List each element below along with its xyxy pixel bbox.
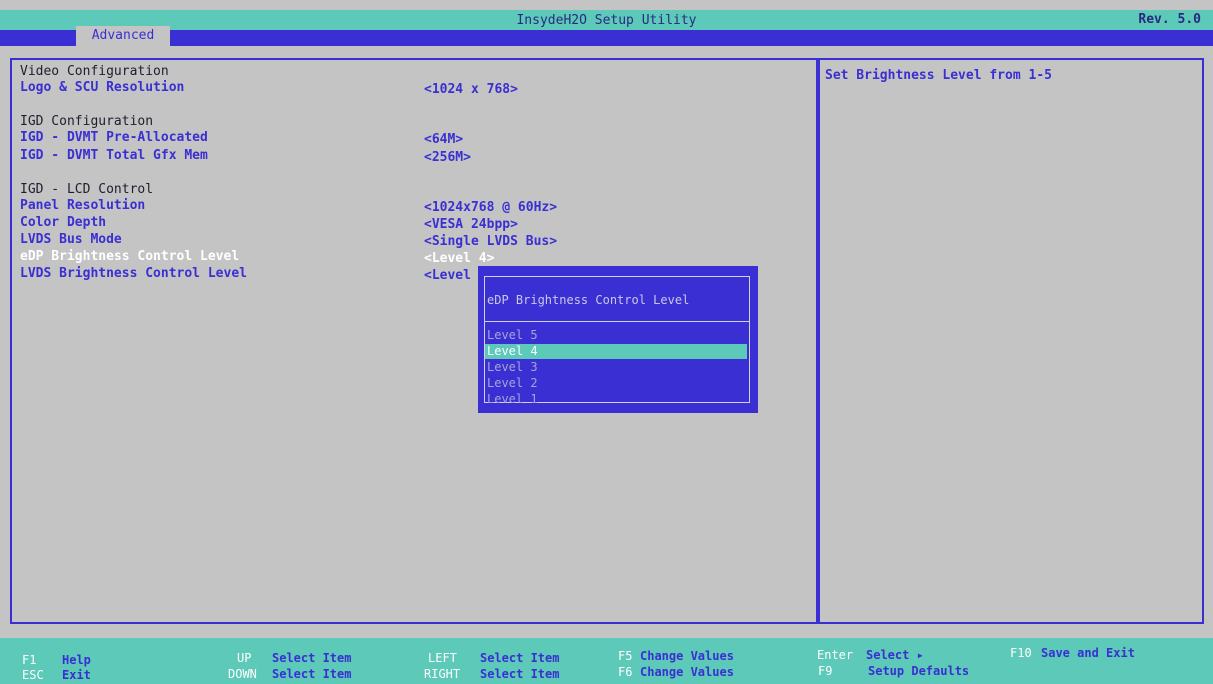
lvds-brightness-value[interactable]: <Level	[424, 268, 471, 283]
dvmt-preallocated-value[interactable]: <64M>	[424, 132, 463, 147]
popup-divider	[485, 321, 749, 322]
tab-advanced[interactable]: Advanced	[76, 26, 170, 46]
section-igd-header: IGD Configuration	[20, 114, 154, 129]
key-up-desc: Select Item	[272, 651, 352, 665]
key-f1: F1	[22, 653, 37, 667]
title-bar: InsydeH2O Setup Utility Rev. 5.0	[0, 10, 1213, 30]
option-level-3[interactable]: Level 3	[487, 360, 538, 375]
revision-label: Rev. 5.0	[1138, 12, 1201, 27]
dvmt-preallocated-label[interactable]: IGD - DVMT Pre-Allocated	[20, 130, 208, 145]
key-f5: F5	[618, 649, 633, 663]
key-left-desc: Select Item	[480, 651, 560, 665]
option-level-4[interactable]: Level 4	[485, 344, 747, 359]
color-depth-label[interactable]: Color Depth	[20, 215, 106, 230]
lvds-bus-mode-value[interactable]: <Single LVDS Bus>	[424, 234, 557, 249]
key-f6-desc: Change Values	[640, 665, 734, 679]
app-title: InsydeH2O Setup Utility	[516, 13, 697, 28]
key-left: LEFT	[428, 651, 457, 665]
key-right-desc: Select Item	[480, 667, 560, 681]
key-right: RIGHT	[424, 667, 461, 681]
option-level-5[interactable]: Level 5	[487, 328, 538, 343]
edp-brightness-label[interactable]: eDP Brightness Control Level	[20, 249, 239, 264]
dvmt-total-gfx-value[interactable]: <256M>	[424, 150, 471, 165]
key-f9: F9	[818, 664, 833, 678]
dvmt-total-gfx-label[interactable]: IGD - DVMT Total Gfx Mem	[20, 148, 208, 163]
key-f6: F6	[618, 665, 633, 679]
panel-resolution-label[interactable]: Panel Resolution	[20, 198, 145, 213]
logo-resolution-value[interactable]: <1024 x 768>	[424, 82, 518, 97]
key-enter: Enter	[817, 648, 854, 662]
bios-screen: InsydeH2O Setup Utility Rev. 5.0 Advance…	[0, 0, 1213, 684]
option-level-1[interactable]: Level 1	[487, 392, 538, 407]
panel-resolution-value[interactable]: <1024x768 @ 60Hz>	[424, 200, 557, 215]
key-f9-desc: Setup Defaults	[868, 664, 970, 678]
logo-resolution-label[interactable]: Logo & SCU Resolution	[20, 80, 184, 95]
key-esc-desc: Exit	[62, 668, 91, 682]
footer-keybar: F1 Help ESC Exit UP Select Item DOWN Sel…	[0, 638, 1213, 684]
lvds-brightness-label[interactable]: LVDS Brightness Control Level	[20, 266, 247, 281]
popup-title: eDP Brightness Control Level	[487, 293, 690, 307]
section-video-header: Video Configuration	[20, 64, 169, 79]
help-pane	[818, 58, 1204, 624]
color-depth-value[interactable]: <VESA 24bpp>	[424, 217, 518, 232]
key-down-desc: Select Item	[272, 667, 352, 681]
key-esc: ESC	[22, 668, 44, 682]
tab-strip	[0, 30, 1213, 46]
key-down: DOWN	[228, 667, 257, 681]
key-enter-desc: Select ▸	[866, 648, 924, 662]
key-f5-desc: Change Values	[640, 649, 734, 663]
option-popup: eDP Brightness Control Level Level 5 Lev…	[478, 266, 758, 413]
key-f10-desc: Save and Exit	[1041, 646, 1135, 660]
option-level-2[interactable]: Level 2	[487, 376, 538, 391]
key-up: UP	[237, 651, 252, 665]
help-text: Set Brightness Level from 1-5	[825, 68, 1052, 83]
key-f10: F10	[1010, 646, 1032, 660]
key-f1-desc: Help	[62, 653, 91, 667]
edp-brightness-value[interactable]: <Level 4>	[424, 251, 494, 266]
section-lcd-header: IGD - LCD Control	[20, 182, 154, 197]
popup-frame: eDP Brightness Control Level Level 5 Lev…	[484, 276, 750, 406]
lvds-bus-mode-label[interactable]: LVDS Bus Mode	[20, 232, 122, 247]
